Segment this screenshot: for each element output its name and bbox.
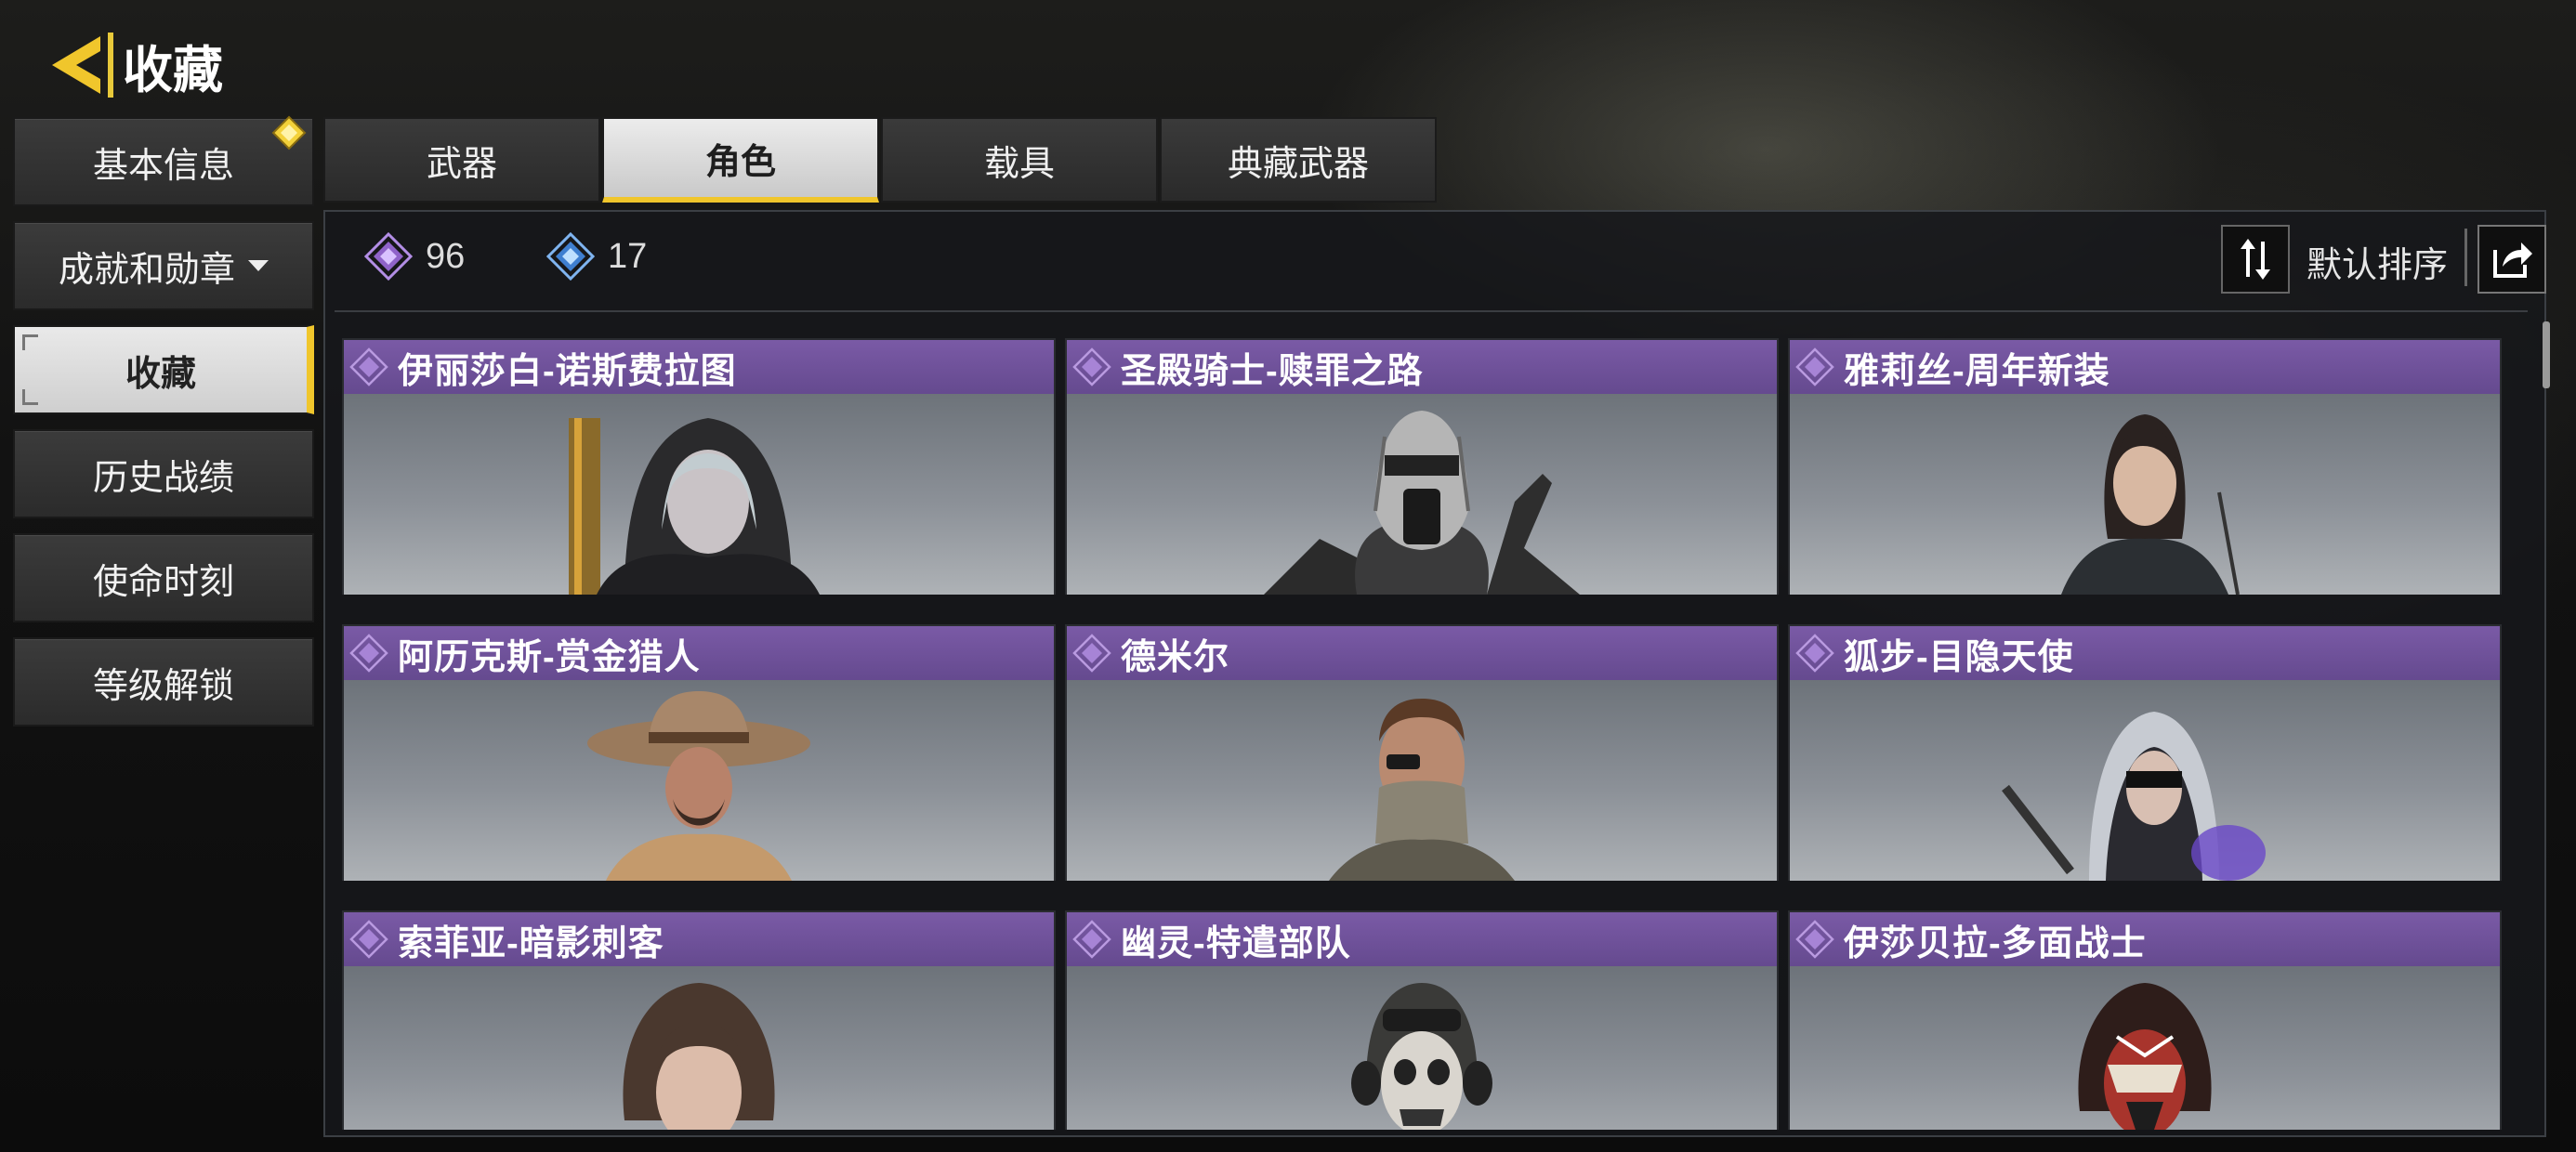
character-portrait xyxy=(587,691,810,881)
rarity-diamond-icon xyxy=(1072,347,1111,386)
panel-toolbar: 96 17 默认排序 xyxy=(325,212,2546,312)
back-button[interactable] xyxy=(46,28,106,102)
tab-weapons[interactable]: 武器 xyxy=(323,117,600,203)
character-grid: 伊丽莎白-诺斯费拉图 圣殿骑士-赎罪之路 雅莉丝-周年新装 阿历克斯-赏金猎人 … xyxy=(342,338,2517,1130)
card-title: 狐步-目隐天使 xyxy=(1844,637,2074,677)
card-portrait-area xyxy=(344,680,1054,881)
card-portrait-area xyxy=(1790,394,2500,595)
blue-diamond-icon xyxy=(546,232,595,281)
card-header: 雅莉丝-周年新装 xyxy=(1790,340,2500,394)
sidebar-item-label: 历史战绩 xyxy=(92,458,234,498)
sidebar-item-basic-info[interactable]: 基本信息 xyxy=(13,115,314,206)
sidebar-item-label: 等级解锁 xyxy=(92,666,234,706)
rarity-diamond-icon xyxy=(1795,920,1834,959)
purple-diamond-icon xyxy=(364,232,413,281)
scrollbar[interactable] xyxy=(2543,321,2550,388)
sidebar-item-duty-moments[interactable]: 使命时刻 xyxy=(13,533,314,622)
character-card[interactable]: 伊丽莎白-诺斯费拉图 xyxy=(342,338,1056,595)
sort-label[interactable]: 默认排序 xyxy=(2307,236,2448,287)
purple-count-value: 96 xyxy=(426,236,466,276)
character-card[interactable]: 伊莎贝拉-多面战士 xyxy=(1788,910,2502,1130)
collection-panel: 96 17 默认排序 伊丽莎白-诺斯费拉图 圣殿骑士-赎罪之路 雅莉丝-周年新装… xyxy=(323,210,2550,1137)
character-portrait xyxy=(1264,411,1580,595)
tab-collector-weapons[interactable]: 典藏武器 xyxy=(1160,117,1437,203)
character-portrait xyxy=(569,418,820,595)
sidebar-item-level-unlocks[interactable]: 等级解锁 xyxy=(13,637,314,727)
sidebar-item-label: 基本信息 xyxy=(92,146,234,186)
rarity-diamond-icon xyxy=(349,347,388,386)
share-icon xyxy=(2493,242,2532,278)
card-header: 德米尔 xyxy=(1067,626,1777,680)
sidebar: 基本信息 成就和勋章 收藏 历史战绩 使命时刻 等级解锁 xyxy=(13,115,316,741)
sidebar-item-label: 收藏 xyxy=(125,354,196,394)
sidebar-item-collection[interactable]: 收藏 xyxy=(13,325,314,414)
category-tabs: 武器 角色 载具 典藏武器 xyxy=(323,117,1439,203)
card-portrait-area xyxy=(1067,966,1777,1130)
sidebar-item-label: 使命时刻 xyxy=(92,562,234,602)
card-title: 雅莉丝-周年新装 xyxy=(1844,351,2110,391)
character-card[interactable]: 德米尔 xyxy=(1065,624,1779,881)
purple-count: 96 xyxy=(364,232,465,281)
rarity-diamond-icon xyxy=(349,634,388,673)
tab-characters[interactable]: 角色 xyxy=(602,117,879,203)
card-portrait-area xyxy=(1067,680,1777,881)
rarity-diamond-icon xyxy=(1072,634,1111,673)
character-portrait xyxy=(1351,983,1492,1130)
rarity-diamond-icon xyxy=(1795,634,1834,673)
character-card[interactable]: 索菲亚-暗影刺客 xyxy=(342,910,1056,1130)
rarity-diamond-icon xyxy=(1795,347,1834,386)
character-card[interactable]: 雅莉丝-周年新装 xyxy=(1788,338,2502,595)
toolbar-divider xyxy=(2464,229,2467,286)
character-portrait xyxy=(623,983,775,1130)
sidebar-item-match-history[interactable]: 历史战绩 xyxy=(13,429,314,518)
share-button[interactable] xyxy=(2477,225,2546,294)
page-header: 收藏 xyxy=(46,28,223,102)
card-title: 伊丽莎白-诺斯费拉图 xyxy=(398,351,737,391)
card-title: 伊莎贝拉-多面战士 xyxy=(1844,923,2147,963)
card-portrait-area xyxy=(344,966,1054,1130)
card-header: 伊莎贝拉-多面战士 xyxy=(1790,912,2500,966)
card-title: 德米尔 xyxy=(1121,637,1230,677)
card-title: 幽灵-特遣部队 xyxy=(1121,923,1351,963)
card-title: 圣殿骑士-赎罪之路 xyxy=(1121,351,1424,391)
character-portrait xyxy=(2002,712,2266,881)
bracket-decoration xyxy=(22,389,38,405)
tab-vehicles[interactable]: 载具 xyxy=(881,117,1158,203)
card-header: 伊丽莎白-诺斯费拉图 xyxy=(344,340,1054,394)
character-portrait xyxy=(2061,414,2240,595)
card-portrait-area xyxy=(1067,394,1777,595)
new-diamond-icon xyxy=(271,115,307,151)
page-title: 收藏 xyxy=(123,42,223,98)
sort-button[interactable] xyxy=(2221,225,2290,294)
card-header: 索菲亚-暗影刺客 xyxy=(344,912,1054,966)
character-card[interactable]: 阿历克斯-赏金猎人 xyxy=(342,624,1056,881)
character-card[interactable]: 狐步-目隐天使 xyxy=(1788,624,2502,881)
character-portrait xyxy=(1329,699,1515,881)
rarity-diamond-icon xyxy=(349,920,388,959)
card-header: 圣殿骑士-赎罪之路 xyxy=(1067,340,1777,394)
card-header: 狐步-目隐天使 xyxy=(1790,626,2500,680)
rarity-diamond-icon xyxy=(1072,920,1111,959)
character-card[interactable]: 幽灵-特遣部队 xyxy=(1065,910,1779,1130)
chevron-down-icon xyxy=(248,260,269,271)
sidebar-item-achievements[interactable]: 成就和勋章 xyxy=(13,221,314,310)
character-card[interactable]: 圣殿骑士-赎罪之路 xyxy=(1065,338,1779,595)
card-header: 阿历克斯-赏金猎人 xyxy=(344,626,1054,680)
blue-count-value: 17 xyxy=(608,236,648,276)
card-portrait-area xyxy=(1790,680,2500,881)
card-portrait-area xyxy=(1790,966,2500,1130)
bracket-decoration xyxy=(22,334,38,350)
card-header: 幽灵-特遣部队 xyxy=(1067,912,1777,966)
blue-count: 17 xyxy=(546,232,647,281)
card-title: 索菲亚-暗影刺客 xyxy=(398,923,664,963)
sort-arrows-icon xyxy=(2241,239,2270,280)
sidebar-item-label: 成就和勋章 xyxy=(58,250,235,290)
card-portrait-area xyxy=(344,394,1054,595)
back-arrow-icon[interactable] xyxy=(48,33,104,98)
character-portrait xyxy=(2078,983,2212,1130)
panel-divider xyxy=(335,310,2528,312)
header-divider xyxy=(108,33,113,98)
card-title: 阿历克斯-赏金猎人 xyxy=(398,637,701,677)
